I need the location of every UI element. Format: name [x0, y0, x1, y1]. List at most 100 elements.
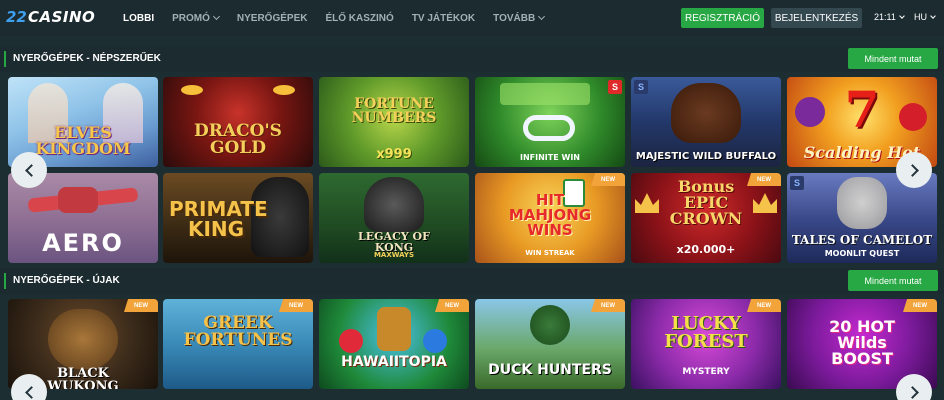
nav-tv-games[interactable]: TV JÁTÉKOK — [412, 13, 475, 24]
game-tile-fortune-numbers[interactable]: FORTUNE NUMBERS x999 — [319, 77, 469, 167]
register-button[interactable]: REGISZTRÁCIÓ — [681, 8, 764, 28]
game-subtitle: INFINITE WIN — [520, 153, 580, 162]
game-title: AERO — [42, 229, 124, 257]
game-tile-hit-mahjong-wins[interactable]: HIT MAHJONG WINS WIN STREAK NEW — [475, 173, 625, 263]
language-label: HU — [914, 12, 927, 22]
new-badge: NEW — [747, 299, 781, 312]
game-subtitle: x20.000+ — [676, 243, 736, 256]
nav-label: TOVÁBB — [493, 12, 536, 24]
nav-label: TV JÁTÉKOK — [411, 12, 476, 24]
nav-more[interactable]: TOVÁBB — [493, 12, 546, 24]
language-selector[interactable]: HU — [914, 12, 936, 22]
new-badge: NEW — [279, 299, 313, 312]
game-title: HAWAIITOPIA — [341, 354, 447, 370]
chevron-down-icon — [538, 12, 546, 21]
logo-prefix: 22 — [6, 8, 27, 26]
game-tile-dracos-gold[interactable]: DRACO'S GOLD — [163, 77, 313, 167]
game-tile-infinite-win[interactable]: INFINITE WIN S — [475, 77, 625, 167]
chevron-down-icon — [899, 12, 905, 19]
section-accent — [4, 51, 6, 67]
main-nav: LOBBI PROMÓ NYERŐGÉPEK ÉLŐ KASZINÓ TV JÁ… — [123, 0, 562, 36]
game-title: Bonus EPIC CROWN — [669, 177, 743, 228]
game-title: GREEK FORTUNES — [183, 313, 293, 350]
top-header: 22 CASINO LOBBI PROMÓ NYERŐGÉPEK ÉLŐ KAS… — [0, 0, 944, 36]
nav-promo[interactable]: PROMÓ — [172, 12, 220, 24]
game-tile-hawaiitopia[interactable]: HAWAIITOPIA NEW — [319, 299, 469, 389]
nav-label: ÉLŐ KASZINÓ — [325, 12, 394, 24]
wukong-art — [48, 309, 118, 369]
login-button[interactable]: BEJELENTKEZÉS — [771, 8, 862, 28]
game-subtitle: MOONLIT QUEST — [824, 249, 900, 258]
nav-lobby[interactable]: LOBBI — [123, 13, 154, 24]
time-selector[interactable]: 21:11 — [874, 12, 905, 22]
game-subtitle: x999 — [376, 147, 412, 162]
game-title: DRACO'S GOLD — [194, 121, 282, 158]
game-seven: 7 — [844, 80, 880, 139]
game-tile-duck-hunters[interactable]: DUCK HUNTERS NEW — [475, 299, 625, 389]
logo-text: CASINO — [28, 8, 96, 26]
chevron-right-icon — [905, 385, 919, 399]
buffalo-art — [671, 83, 741, 143]
game-title: FORTUNE NUMBERS — [351, 96, 437, 126]
game-subtitle: WIN STREAK — [525, 249, 575, 257]
dragon-eye — [181, 85, 203, 95]
new-badge: NEW — [747, 173, 781, 186]
game-logo-art — [500, 83, 590, 105]
chevron-down-icon — [930, 12, 936, 19]
game-subtitle: MYSTERY — [682, 367, 730, 377]
game-tile-lucky-forest[interactable]: LUCKY FOREST MYSTERY NEW — [631, 299, 781, 389]
nav-label: PROMÓ — [172, 12, 210, 24]
game-subtitle: MAXWAYS — [373, 251, 415, 259]
game-tile-majestic-wild-buffalo[interactable]: MAJESTIC WILD BUFFALO S — [631, 77, 781, 167]
nav-live-casino[interactable]: ÉLŐ KASZINÓ — [325, 13, 393, 24]
casino-logo[interactable]: 22 CASINO — [6, 8, 95, 26]
nav-slots[interactable]: NYERŐGÉPEK — [237, 13, 308, 24]
game-title: HIT MAHJONG WINS — [508, 191, 592, 239]
new-badge: NEW — [903, 299, 937, 312]
see-all-button[interactable]: Mindent mutat — [848, 270, 938, 291]
game-title: 20 HOT Wilds BOOST — [829, 317, 895, 368]
new-badge: NEW — [124, 299, 158, 312]
section-title: NYERŐGÉPEK - NÉPSZERŰEK — [13, 53, 161, 64]
plane-body — [58, 187, 98, 213]
chevron-right-icon — [905, 163, 919, 177]
dragon-eye — [273, 85, 295, 95]
chevron-left-icon — [24, 163, 38, 177]
game-title: LUCKY FOREST — [664, 313, 748, 352]
game-tile-bonus-epic-crown[interactable]: Bonus EPIC CROWN x20.000+ NEW — [631, 173, 781, 263]
section-title: NYERŐGÉPEK - ÚJAK — [13, 275, 120, 286]
game-tile-greek-fortunes[interactable]: GREEK FORTUNES NEW — [163, 299, 313, 389]
kong-art — [364, 177, 424, 232]
new-badge: NEW — [591, 299, 625, 312]
infinity-icon — [523, 115, 575, 141]
chevron-down-icon — [212, 12, 220, 21]
game-title: PRIMATE KING — [169, 197, 268, 241]
section-header-popular: NYERŐGÉPEK - NÉPSZERŰEK Mindent mutat — [0, 46, 944, 72]
provider-icon: S — [608, 80, 622, 94]
horse-art — [837, 177, 887, 229]
game-title: MAJESTIC WILD BUFFALO — [635, 151, 777, 162]
game-title: LEGACY OF KONG — [358, 230, 430, 254]
provider-icon: S — [790, 176, 804, 190]
game-tile-primate-king[interactable]: PRIMATE KING — [163, 173, 313, 263]
game-tile-legacy-of-kong[interactable]: LEGACY OF KONG MAXWAYS — [319, 173, 469, 263]
provider-icon: S — [634, 80, 648, 94]
nav-label: NYERŐGÉPEK — [236, 12, 308, 24]
fruit-icon — [339, 329, 363, 353]
chevron-left-icon — [24, 385, 38, 399]
game-title: TALES OF CAMELOT — [791, 233, 933, 247]
new-badge: NEW — [591, 173, 625, 186]
duck-art — [530, 305, 570, 345]
scroll-left-button[interactable] — [11, 152, 47, 188]
game-title: DUCK HUNTERS — [488, 362, 612, 378]
nav-label: LOBBI — [123, 12, 155, 24]
see-all-button[interactable]: Mindent mutat — [848, 48, 938, 69]
section-accent — [4, 273, 6, 289]
fruit-icon — [423, 329, 447, 353]
logo-mark: 22 — [6, 8, 28, 26]
new-badge: NEW — [435, 299, 469, 312]
tiki-mask-art — [377, 307, 411, 351]
scroll-right-button[interactable] — [896, 152, 932, 188]
section-header-new: NYERŐGÉPEK - ÚJAK Mindent mutat — [0, 268, 944, 294]
time-display: 21:11 — [874, 12, 896, 22]
